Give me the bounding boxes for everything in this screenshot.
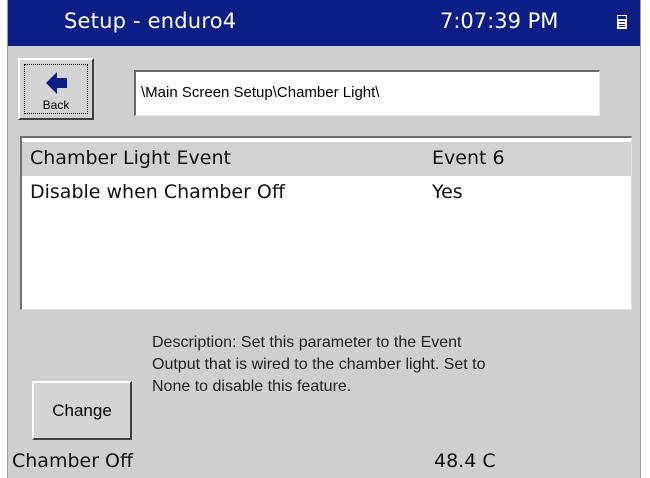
- list-item[interactable]: Disable when Chamber Off Yes: [22, 176, 631, 210]
- back-label: Back: [42, 98, 70, 112]
- description-text: Description: Set this parameter to the E…: [152, 332, 640, 398]
- chamber-status: Chamber Off: [12, 450, 134, 472]
- back-button[interactable]: Back: [18, 58, 94, 120]
- path-field: \Main Screen Setup\Chamber Light\: [134, 70, 600, 116]
- description-line: Output that is wired to the chamber ligh…: [152, 356, 486, 373]
- temperature-readout: 48.4 C: [434, 450, 496, 472]
- small-window-icon[interactable]: [616, 14, 628, 30]
- list-item[interactable]: Chamber Light Event Event 6: [22, 142, 631, 176]
- description-line: Description: Set this parameter to the E…: [152, 334, 462, 351]
- setting-name: Chamber Light Event: [30, 147, 231, 169]
- setting-name: Disable when Chamber Off: [30, 181, 285, 203]
- setup-window: Setup - enduro4 7:07:39 PM Back \Main Sc…: [7, 0, 641, 478]
- title-bar: Setup - enduro4 7:07:39 PM: [8, 0, 640, 46]
- description-line: None to disable this feature.: [152, 378, 352, 395]
- back-arrow-icon: [46, 72, 68, 98]
- setting-value: Yes: [432, 181, 463, 203]
- settings-list[interactable]: Chamber Light Event Event 6 Disable when…: [20, 136, 632, 310]
- window-title: Setup - enduro4: [64, 9, 237, 33]
- clock: 7:07:39 PM: [440, 9, 559, 33]
- setting-value: Event 6: [432, 147, 505, 169]
- change-button[interactable]: Change: [32, 381, 132, 440]
